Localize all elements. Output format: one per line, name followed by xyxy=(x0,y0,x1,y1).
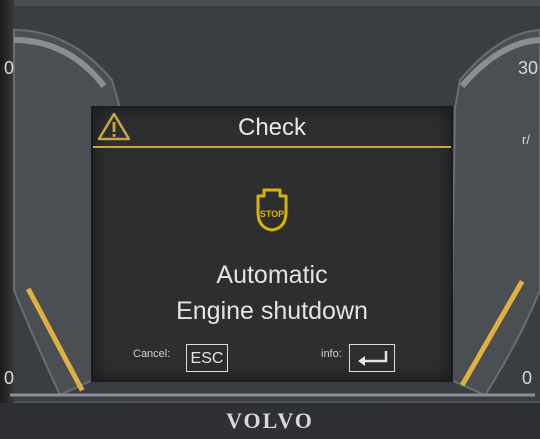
left-gauge-bottom-tick: 0 xyxy=(4,368,15,388)
driver-info-display: Check STOP Automatic Engine shutdown Can… xyxy=(93,108,451,380)
stop-icon-text: STOP xyxy=(260,209,284,219)
enter-return-icon xyxy=(358,351,388,366)
esc-button[interactable]: ESC xyxy=(186,344,228,372)
right-gauge-bottom-tick: 0 xyxy=(522,368,533,388)
right-gauge-unit-tick: r/ xyxy=(522,132,530,147)
info-label: info: xyxy=(321,348,342,360)
brand-logo: VOLVO xyxy=(226,408,314,433)
cancel-label: Cancel: xyxy=(133,348,171,360)
enter-button[interactable] xyxy=(349,344,395,372)
right-gauge-top-tick: 30 xyxy=(518,58,539,78)
message-line-1: Automatic xyxy=(216,261,328,289)
display-title: Check xyxy=(237,114,307,141)
display-header: Check xyxy=(93,108,451,148)
engine-stop-icon: STOP xyxy=(252,186,292,239)
message-line-2: Engine shutdown xyxy=(176,297,368,325)
left-gauge-top-tick: 0 xyxy=(4,58,15,78)
